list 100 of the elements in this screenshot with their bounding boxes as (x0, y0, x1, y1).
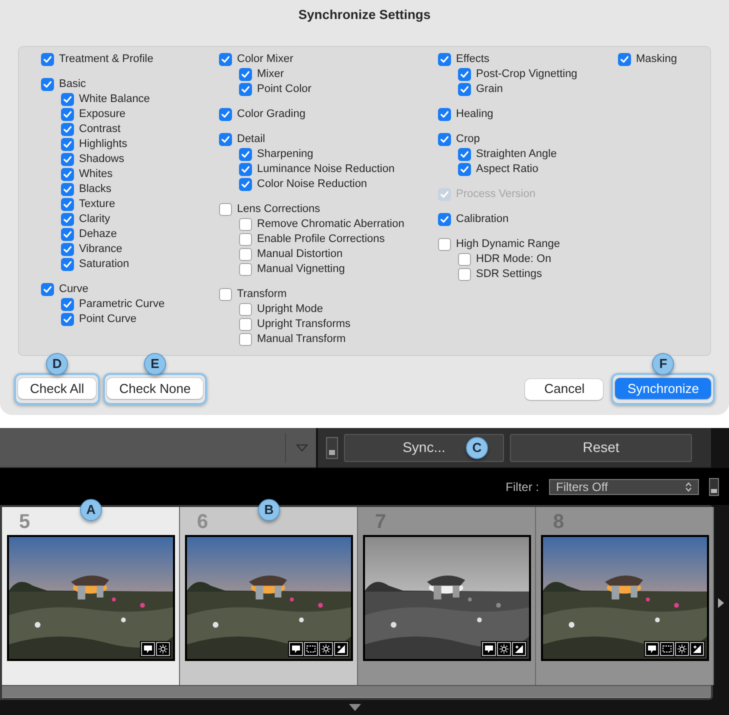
checkbox-label: Point Color (257, 82, 312, 98)
checkbox-label: Vibrance (79, 242, 122, 258)
checkbox-label: White Balance (79, 92, 150, 108)
dialog-button[interactable]: Cancel (525, 378, 604, 400)
checkbox-label: Lens Corrections (237, 202, 320, 218)
checkbox[interactable] (61, 153, 74, 166)
checkbox[interactable] (61, 213, 74, 226)
filter-dropdown[interactable]: Filters Off (549, 478, 699, 494)
toggle-switch-icon[interactable] (709, 478, 719, 496)
dialog-title: Synchronize Settings (297, 6, 432, 24)
checkbox-label: Point Curve (79, 312, 136, 328)
checkbox[interactable] (61, 138, 74, 151)
dropdown-triangle-icon[interactable] (296, 444, 308, 452)
dialog-button[interactable]: Synchronize (615, 378, 711, 400)
checkbox-label: Curve (59, 282, 88, 298)
checkbox[interactable] (219, 53, 232, 66)
checkbox[interactable] (41, 53, 54, 66)
checkbox-label: Post-Crop Vignetting (476, 67, 578, 82)
checkbox-label: Exposure (79, 107, 126, 122)
checkbox-label: Effects (456, 52, 490, 68)
checkbox[interactable] (458, 163, 471, 176)
checkbox[interactable] (41, 78, 54, 91)
up-down-arrows-icon (685, 482, 692, 492)
checkbox[interactable] (458, 148, 471, 161)
checkbox[interactable] (438, 238, 451, 251)
checkbox-label: Texture (79, 197, 116, 212)
checkbox-label: Remove Chromatic Aberration (257, 217, 404, 232)
checkbox-label: Blacks (79, 182, 112, 198)
checkbox-label: Dehaze (79, 227, 117, 242)
checkbox[interactable] (239, 333, 252, 346)
checkbox[interactable] (458, 268, 471, 281)
checkbox[interactable] (239, 318, 252, 331)
checkbox[interactable] (61, 243, 74, 256)
checkbox[interactable] (219, 108, 232, 121)
checkbox[interactable] (219, 133, 232, 146)
checkbox[interactable] (219, 288, 232, 301)
callout-badge: F (652, 353, 674, 375)
checkbox[interactable] (618, 53, 631, 66)
checkbox[interactable] (61, 313, 74, 326)
checkbox-label: Color Grading (237, 107, 306, 122)
checkbox[interactable] (239, 263, 252, 276)
checkbox[interactable] (458, 68, 471, 81)
checkbox[interactable] (239, 233, 252, 246)
checkbox[interactable] (61, 228, 74, 241)
checkbox[interactable] (41, 283, 54, 296)
checkbox[interactable] (438, 213, 451, 226)
checkbox-label: Detail (237, 132, 266, 148)
checkbox-label: Upright Mode (257, 302, 324, 318)
checkbox-label: Upright Transforms (257, 317, 351, 332)
checkbox[interactable] (61, 198, 74, 211)
checkbox-label: Masking (636, 52, 677, 68)
checkbox-label: Color Noise Reduction (257, 177, 368, 192)
checkbox[interactable] (239, 178, 252, 191)
checkbox[interactable] (61, 168, 74, 181)
checkbox[interactable] (458, 83, 471, 96)
checkbox[interactable] (438, 53, 451, 66)
checkbox-label: Basic (59, 77, 86, 92)
callout-badge: D (46, 353, 68, 375)
checkbox-label: Parametric Curve (79, 297, 165, 312)
checkbox[interactable] (458, 253, 471, 266)
checkbox[interactable] (61, 108, 74, 121)
checkbox[interactable] (438, 108, 451, 121)
checkbox[interactable] (61, 183, 74, 196)
checkbox-label: Whites (79, 167, 113, 182)
checkbox-label: Shadows (79, 152, 124, 168)
checkbox[interactable] (61, 298, 74, 311)
checkbox[interactable] (239, 163, 252, 176)
checkbox-label: Aspect Ratio (476, 162, 538, 178)
checkbox-label: Crop (456, 132, 480, 148)
checkbox-label: Grain (476, 82, 503, 98)
callout-badge: E (144, 353, 166, 375)
frame-number: 6 (197, 510, 208, 535)
dialog-button[interactable]: Check None (107, 378, 203, 400)
checkbox[interactable] (61, 123, 74, 136)
checkbox-label: Saturation (79, 257, 130, 272)
checkbox-label: Treatment & Profile (59, 52, 154, 68)
checkbox-label: Highlights (79, 137, 128, 152)
dialog-button[interactable]: Check All (18, 378, 96, 400)
checkbox[interactable] (239, 148, 252, 161)
checkbox-label: Contrast (79, 122, 121, 138)
checkbox[interactable] (239, 83, 252, 96)
checkbox-label: Sharpening (257, 147, 314, 162)
reset-button[interactable]: Reset (510, 434, 692, 462)
checkbox-label: Straighten Angle (476, 147, 557, 162)
checkbox-label: High Dynamic Range (456, 237, 560, 252)
checkbox[interactable] (61, 258, 74, 271)
checkbox-label: Calibration (456, 212, 509, 228)
checkbox[interactable] (438, 133, 451, 146)
checkbox[interactable] (61, 93, 74, 106)
toggle-switch-icon[interactable] (326, 436, 338, 458)
checkbox[interactable] (239, 218, 252, 231)
checkbox[interactable] (239, 303, 252, 316)
checkbox-label: SDR Settings (476, 267, 542, 282)
checkbox[interactable] (219, 203, 232, 216)
checkbox-label: Transform (237, 287, 287, 302)
checkbox-label: Manual Distortion (257, 247, 343, 262)
checkbox[interactable] (239, 248, 252, 261)
checkbox[interactable] (239, 68, 252, 81)
down-arrow-icon[interactable] (348, 704, 360, 711)
right-arrow-icon[interactable] (717, 598, 725, 608)
